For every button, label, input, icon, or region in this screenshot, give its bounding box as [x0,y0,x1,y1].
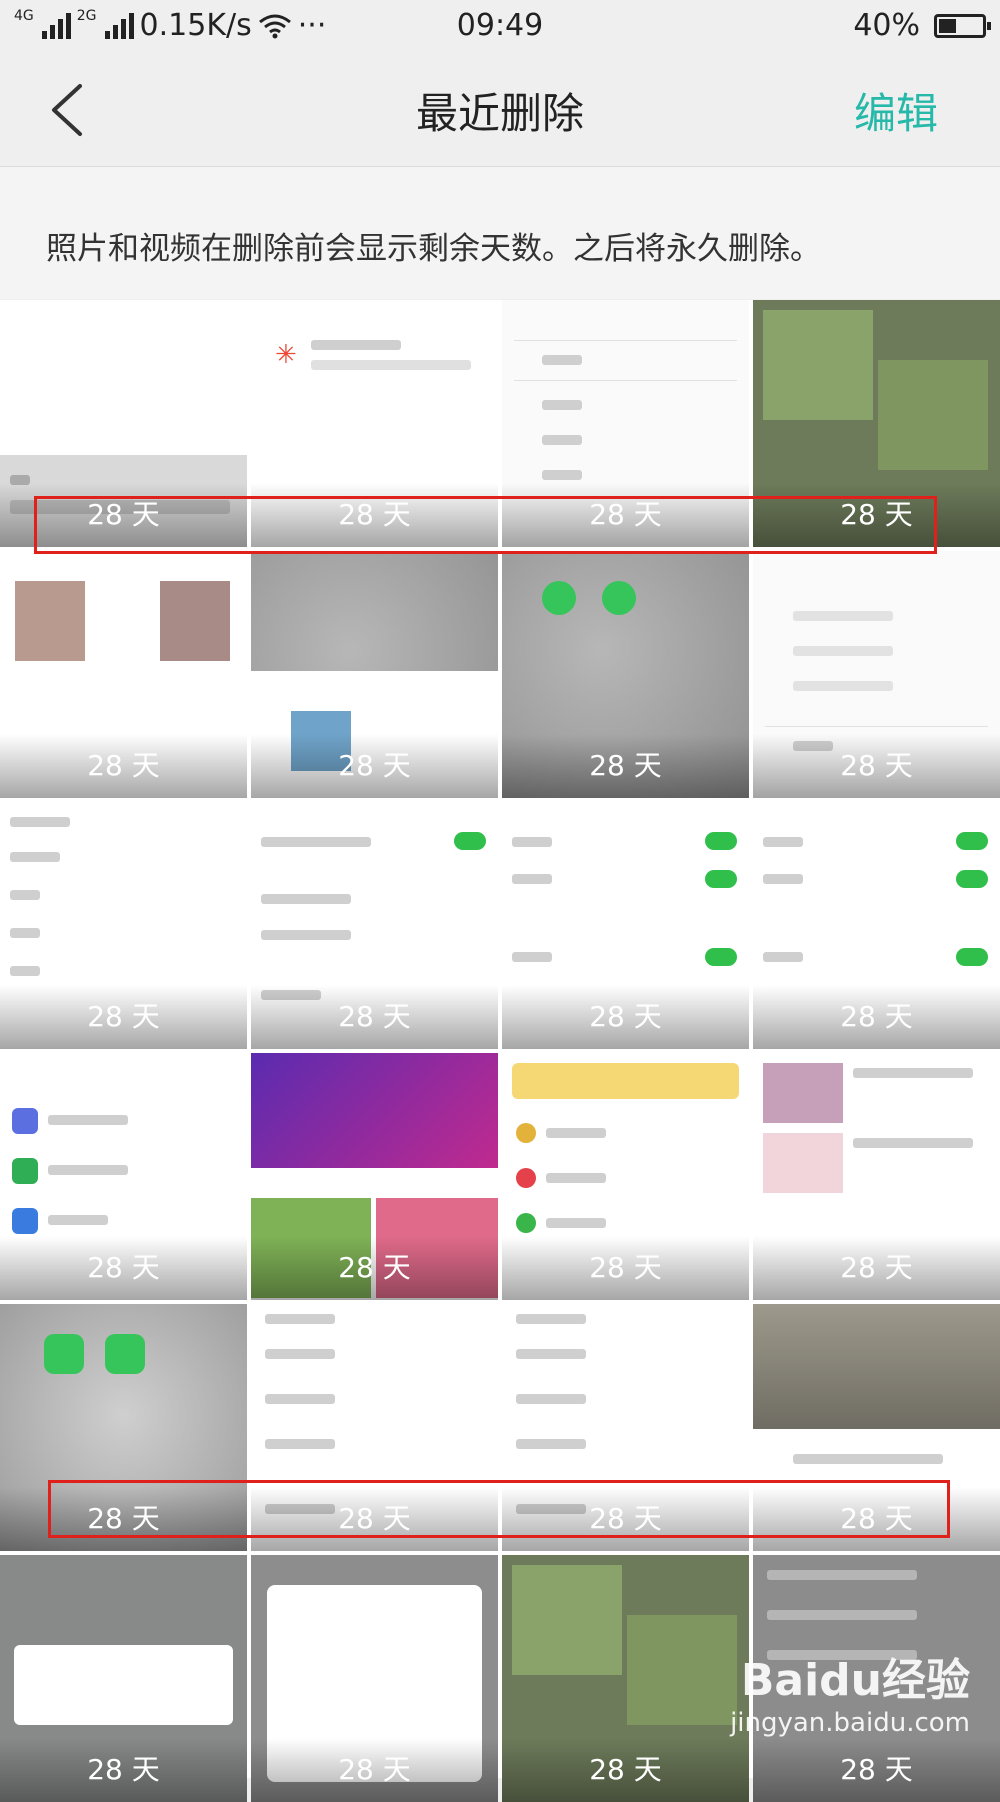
photo-tile[interactable]: 28 天 [753,551,1000,798]
photo-tile[interactable]: 28 天 [251,802,498,1049]
days-remaining-label: 28 天 [753,985,1000,1049]
days-remaining-label: 28 天 [0,734,247,798]
info-text: 照片和视频在删除前会显示剩余天数。之后将永久删除。 [46,231,821,267]
days-remaining-label: 28 天 [502,1236,749,1300]
days-remaining-label: 28 天 [502,1738,749,1802]
days-remaining-label: 28 天 [251,985,498,1049]
days-remaining-label: 28 天 [753,1236,1000,1300]
info-banner: 照片和视频在删除前会显示剩余天数。之后将永久删除。 [0,167,1000,299]
photo-tile[interactable]: 28 天 [0,551,247,798]
highlight-box-top [34,496,937,554]
photo-tile[interactable]: 28 天 [753,802,1000,1049]
nav-bar: 最近删除 编辑 [0,52,1000,167]
watermark-logo: Baidu经验 [740,1655,970,1706]
days-remaining-label: 28 天 [502,734,749,798]
status-bar: 4G 2G 0.15K/s ··· 09:49 40% [0,0,1000,52]
photo-tile[interactable]: 28 天 [753,1053,1000,1300]
photo-tile[interactable]: 28 天 [0,1555,247,1802]
edit-button[interactable]: 编辑 [854,80,938,141]
battery-icon [934,13,991,38]
watermark: Baidu经验 jingyan.baidu.com [730,1644,970,1738]
photo-tile[interactable]: 28 天 [0,1053,247,1300]
photo-tile[interactable]: 28 天 [502,1053,749,1300]
days-remaining-label: 28 天 [0,1738,247,1802]
status-time: 09:49 [456,8,544,43]
days-remaining-label: 28 天 [251,1236,498,1300]
photo-tile[interactable]: 28 天 [502,551,749,798]
photo-tile[interactable]: 28 天 [251,1053,498,1300]
photo-tile[interactable]: 28 天 [251,551,498,798]
days-remaining-label: 28 天 [753,1738,1000,1802]
page-title: 最近删除 [415,89,584,138]
highlight-box-bottom [48,1480,950,1538]
days-remaining-label: 28 天 [251,1738,498,1802]
days-remaining-label: 28 天 [502,985,749,1049]
status-right: 40% [853,8,991,43]
photo-grid: 28 天 ✳ 28 天 28 天 28 天 28 天 28 天 28 天 28 … [0,300,1000,1802]
photo-tile[interactable]: 28 天 [251,1555,498,1802]
days-remaining-label: 28 天 [753,734,1000,798]
photo-tile[interactable]: 28 天 [0,802,247,1049]
days-remaining-label: 28 天 [0,1236,247,1300]
battery-percent: 40% [853,8,920,43]
watermark-url: jingyan.baidu.com [730,1708,970,1738]
days-remaining-label: 28 天 [0,985,247,1049]
battery-fill [939,18,956,33]
photo-tile[interactable]: 28 天 [502,1555,749,1802]
days-remaining-label: 28 天 [251,734,498,798]
photo-tile[interactable]: 28 天 [502,802,749,1049]
